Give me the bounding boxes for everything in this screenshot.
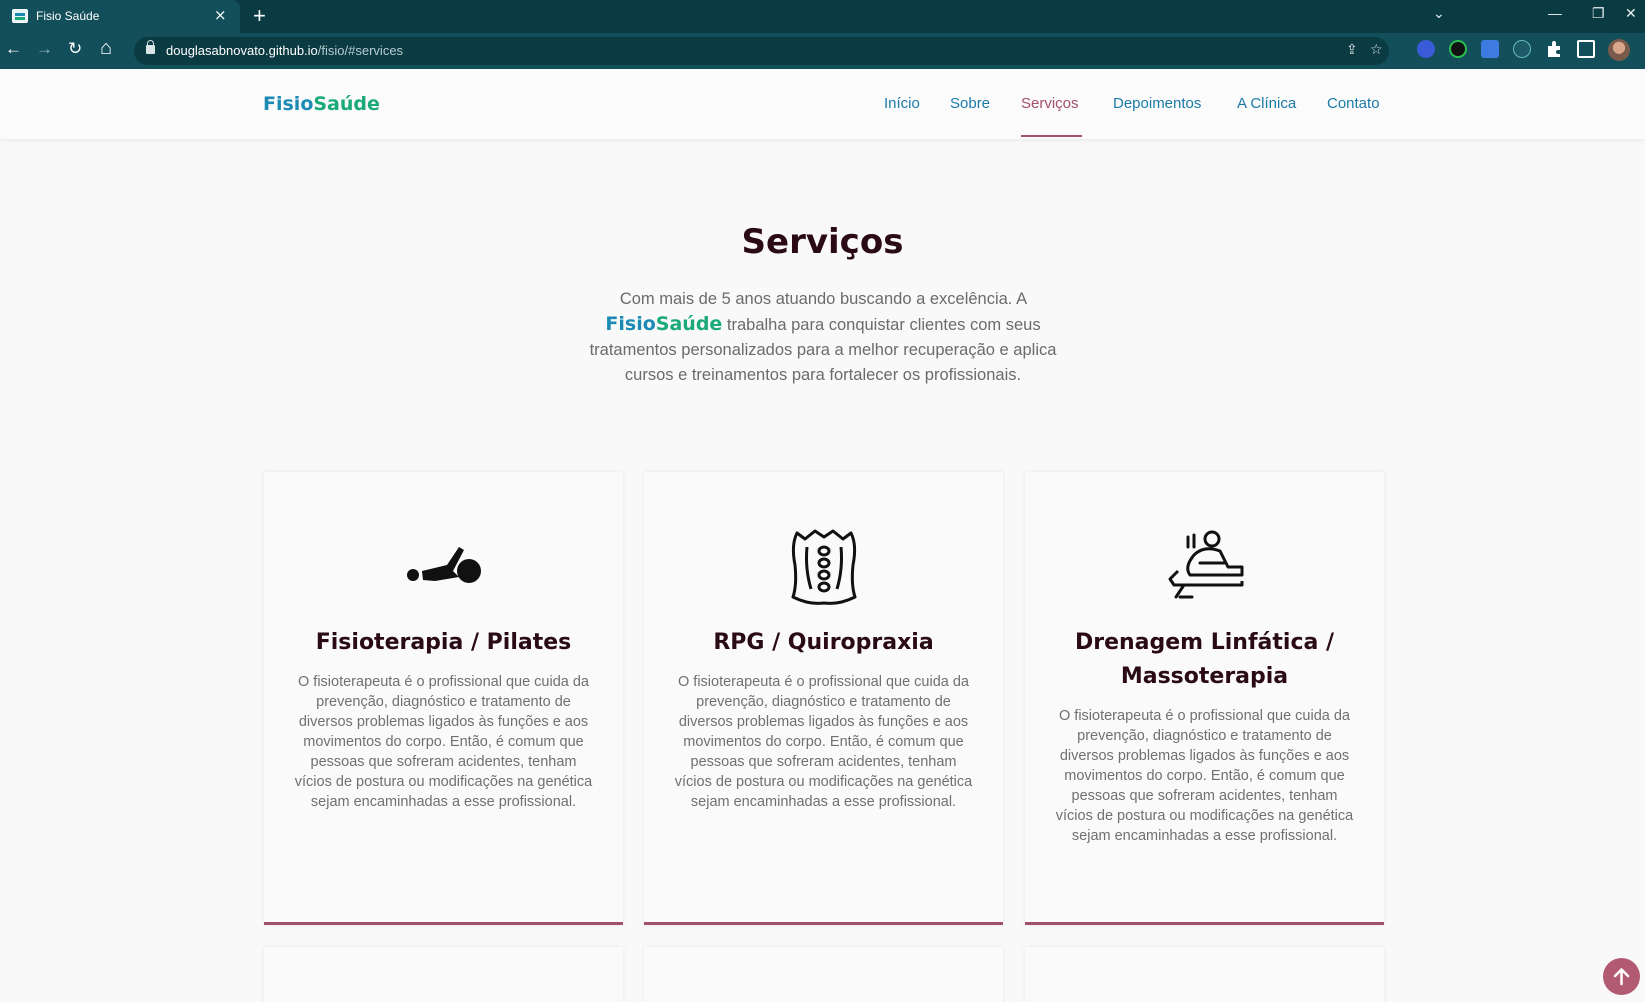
spine-icon [791, 529, 857, 605]
extensions-puzzle-icon[interactable] [1545, 40, 1563, 58]
site-logo[interactable]: FisioSaúde [263, 93, 380, 115]
extension-translate-icon[interactable] [1481, 40, 1499, 58]
section-intro: Com mais de 5 anos atuando buscando a ex… [589, 290, 1057, 384]
browser-tab[interactable]: Fisio Saúde × [0, 0, 240, 33]
service-card: Fisioterapia / Pilates O fisioterapeuta … [264, 472, 623, 925]
nav-link-inicio[interactable]: Início [884, 95, 920, 112]
bookmark-star-icon[interactable]: ☆ [1370, 42, 1383, 58]
back-to-top-button[interactable] [1603, 958, 1640, 995]
share-icon[interactable]: ⇪ [1346, 42, 1358, 58]
browser-tab-strip: Fisio Saúde × + ⌄ — ❐ ✕ [0, 0, 1645, 33]
service-card [264, 947, 623, 1002]
extension-monitor-icon[interactable] [1449, 40, 1467, 58]
extension-wireless-icon[interactable] [1513, 40, 1531, 58]
nav-link-sobre[interactable]: Sobre [950, 95, 990, 112]
forward-icon[interactable]: → [36, 39, 53, 59]
card-text: O fisioterapeuta é o profissional que cu… [1055, 708, 1354, 844]
service-card: Drenagem Linfática / Massoterapia O fisi… [1025, 472, 1384, 925]
card-title: Drenagem Linfática / Massoterapia [1074, 630, 1335, 689]
arrow-up-icon [1613, 968, 1630, 986]
nav-link-contato[interactable]: Contato [1327, 95, 1380, 112]
reload-icon[interactable]: ↻ [68, 39, 82, 59]
pilates-icon [407, 547, 481, 583]
tab-search-icon[interactable]: ⌄ [1433, 5, 1445, 22]
nav-link-a-clinica[interactable]: A Clínica [1237, 95, 1296, 112]
service-card [644, 947, 1003, 1002]
url-text[interactable]: douglasabnovato.github.io/fisio/#service… [166, 43, 403, 58]
intro-brand: FisioSaúde [605, 313, 723, 335]
active-nav-indicator [1021, 135, 1082, 137]
address-bar[interactable]: douglasabnovato.github.io/fisio/#service… [134, 37, 1389, 65]
service-card: RPG / Quiropraxia O fisioterapeuta é o p… [644, 472, 1003, 925]
extension-gear-icon[interactable] [1417, 40, 1435, 58]
card-title: RPG / Quiropraxia [713, 630, 934, 655]
close-window-icon[interactable]: ✕ [1625, 5, 1637, 22]
site-favicon-icon [12, 9, 28, 23]
section-title: Serviços [741, 222, 904, 262]
massage-icon [1168, 530, 1244, 599]
card-title: Fisioterapia / Pilates [315, 630, 572, 655]
tab-title: Fisio Saúde [36, 9, 100, 23]
restore-icon[interactable]: ❐ [1592, 5, 1605, 22]
service-card [1025, 947, 1384, 1002]
card-text: O fisioterapeuta é o profissional que cu… [294, 674, 593, 810]
nav-link-depoimentos[interactable]: Depoimentos [1113, 95, 1201, 112]
browser-toolbar: ← → ↻ ⌂ douglasabnovato.github.io/fisio/… [0, 33, 1645, 69]
close-tab-icon[interactable]: × [214, 6, 227, 24]
nav-link-servicos[interactable]: Serviços [1021, 95, 1079, 112]
minimize-icon[interactable]: — [1548, 5, 1562, 21]
card-text: O fisioterapeuta é o profissional que cu… [674, 674, 973, 810]
back-icon[interactable]: ← [5, 39, 22, 59]
new-tab-button[interactable]: + [253, 3, 266, 29]
home-icon[interactable]: ⌂ [100, 37, 112, 60]
lock-icon[interactable] [146, 40, 155, 54]
side-panel-icon[interactable] [1577, 40, 1595, 58]
site-header: FisioSaúde Início Sobre Serviços Depoime… [0, 69, 1645, 139]
profile-avatar[interactable] [1608, 39, 1630, 61]
